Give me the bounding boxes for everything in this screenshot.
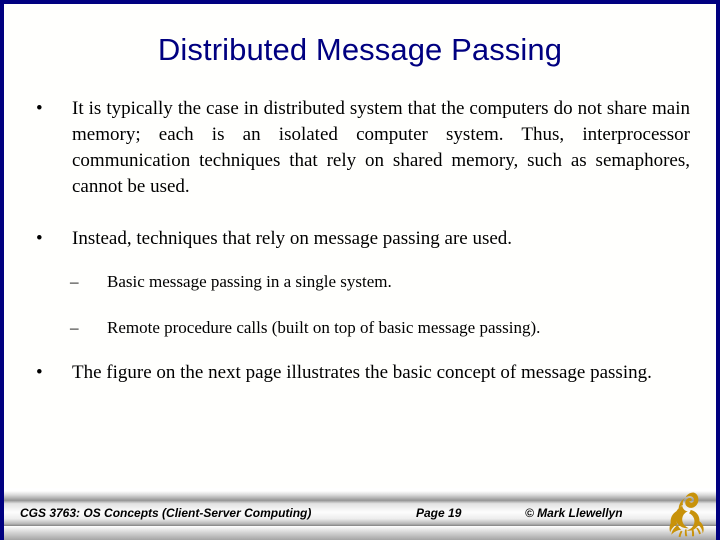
footer-strip-lower [4,526,716,540]
footer-page-number: Page 19 [416,506,462,520]
slide-footer: CGS 3763: OS Concepts (Client-Server Com… [4,488,716,540]
bullet-text: Instead, techniques that rely on message… [72,228,513,249]
bullet-marker: • [36,228,43,249]
sub-bullet-item: – Basic message passing in a single syst… [4,270,716,294]
footer-strip-upper [4,491,716,500]
bullet-marker: • [36,362,43,383]
slide-body: • It is typically the case in distribute… [4,96,716,386]
ucf-pegasus-logo [659,486,716,540]
bullet-marker: • [36,98,43,119]
bullet-text: The figure on the next page illustrates … [72,362,652,383]
bullet-item: • It is typically the case in distribute… [4,96,716,200]
footer-course-label: CGS 3763: OS Concepts (Client-Server Com… [20,506,312,520]
sub-bullet-item: – Remote procedure calls (built on top o… [4,316,716,340]
sub-bullet-text: Basic message passing in a single system… [107,272,392,291]
slide: Distributed Message Passing • It is typi… [0,0,720,540]
footer-copyright: © Mark Llewellyn [525,506,623,520]
bullet-item: • Instead, techniques that rely on messa… [4,226,716,252]
bullet-item: • The figure on the next page illustrate… [4,360,716,386]
sub-bullet-marker: – [70,272,79,291]
page-title: Distributed Message Passing [157,32,563,67]
sub-bullet-marker: – [70,318,79,337]
bullet-text: It is typically the case in distributed … [72,98,690,197]
sub-bullet-text: Remote procedure calls (built on top of … [107,318,541,337]
